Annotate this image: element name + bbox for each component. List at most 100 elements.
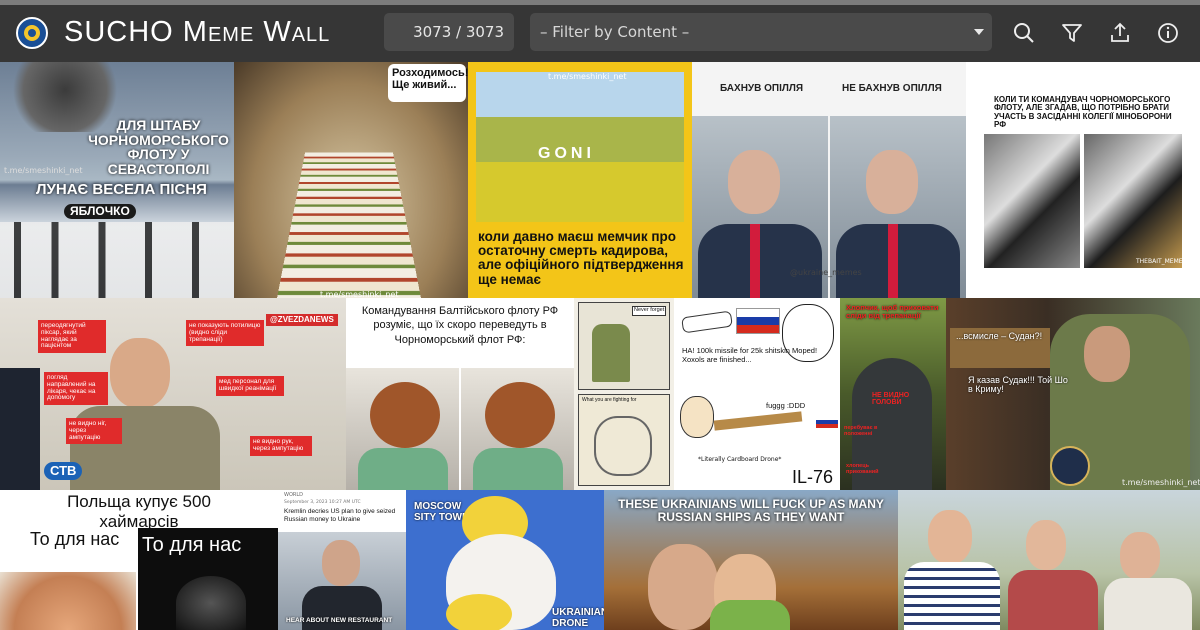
- dark-head: [176, 576, 246, 630]
- meme-tile-coffin[interactable]: КОЛИ ТИ КОМАНДУВАЧ ЧОРНОМОРСЬКОГО ФЛОТУ,…: [966, 62, 1200, 298]
- app-header: SUCHO Meme Wall 3073 / 3073 – Filter by …: [0, 5, 1200, 62]
- watermark: t.me/smeshinki_net: [548, 72, 627, 81]
- speech-bubble-text: Розходимось! Ще живий...: [392, 67, 468, 91]
- shirt: [1104, 578, 1192, 630]
- meme-right-caption: То для нас: [142, 534, 242, 556]
- cardboard-drone: [713, 411, 803, 431]
- annotation: не видно ніг, через ампутацію: [66, 418, 122, 445]
- meme-caption: КОЛИ ТИ КОМАНДУВАЧ ЧОРНОМОРСЬКОГО ФЛОТУ,…: [994, 95, 1172, 130]
- meme-tile-sudan[interactable]: ...всмисле – Судан?! Я казав Судак!!! То…: [946, 298, 1200, 490]
- meme-caption: THESE UKRAINIANS WILL FUCK UP AS MANY RU…: [618, 497, 884, 524]
- lemon-bottom: [446, 594, 512, 630]
- missile-drawing: [681, 310, 733, 334]
- dancing-sailors: [0, 222, 234, 298]
- soldier: [592, 324, 630, 382]
- meme-tile-puppet[interactable]: Командування Балтійського флоту РФ розум…: [346, 298, 574, 490]
- content-filter-select[interactable]: – Filter by Content –: [530, 13, 992, 51]
- puppet-right: [461, 368, 574, 490]
- meme-tile-comic[interactable]: Never forget What you are fighting for: [574, 298, 674, 490]
- meme-tile-sokolov[interactable]: @ZVEZDANEWS переодягнутий піксар, який н…: [0, 298, 346, 490]
- meme-tile-feast[interactable]: Розходимось! Ще живий... t.me/smeshinki_…: [234, 62, 468, 298]
- striped-shirt: [904, 562, 1000, 630]
- annotation: погляд направлений на лікаря, чекає на д…: [44, 372, 108, 406]
- meme-tile-himars[interactable]: Польща купує 500 хаймарсів То для нас То…: [0, 490, 278, 630]
- face: [1120, 532, 1160, 580]
- meme-caption-left: БАХНУВ ОПІЛЛЯ: [720, 83, 804, 94]
- watermark: @ukraine_memes: [790, 268, 862, 277]
- channel-tag: @ZVEZDANEWS: [266, 314, 338, 327]
- puppet-left: [346, 368, 459, 490]
- incredible-face-light: [0, 572, 136, 630]
- comic-drawing: [594, 416, 652, 476]
- russian-flag: [736, 308, 780, 334]
- article-headline: Kremlin decries US plan to give seized R…: [284, 508, 396, 524]
- annotation: НЕ ВИДНО ГОЛОВИ: [872, 392, 910, 407]
- comic-text: Never forget: [632, 306, 667, 316]
- meme-tile-leaders[interactable]: [898, 490, 1200, 630]
- meme-tile-musk[interactable]: THESE UKRAINIANS WILL FUCK UP AS MANY RU…: [604, 490, 898, 630]
- meme-caption-right: НЕ БАХНУВ ОПІЛЛЯ: [842, 83, 942, 94]
- face: [866, 150, 918, 214]
- filter-selected-value: – Filter by Content –: [540, 23, 690, 41]
- meme-caption: Командування Балтійського флоту РФ розум…: [361, 305, 559, 346]
- logo-sun: [24, 25, 40, 41]
- meme-caption: Хлопчик, щоб приховати сліди від трепана…: [846, 303, 939, 320]
- comic-text: What you are fighting for: [582, 397, 637, 403]
- logo-center: [28, 29, 36, 37]
- face: [928, 510, 972, 564]
- cossack-face: [680, 396, 714, 438]
- microphone-logo: СТВ: [44, 462, 83, 480]
- red-tie: [750, 224, 760, 298]
- meme-tile-kadyrov[interactable]: t.me/smeshinki_net GONI коли давно маєш …: [468, 62, 692, 298]
- coffin-image: [984, 134, 1080, 268]
- meme-text: fuggg :DDD: [766, 401, 806, 410]
- meme-tile-budanov[interactable]: БАХНУВ ОПІЛЛЯ НЕ БАХНУВ ОПІЛЛЯ @ukraine_…: [692, 62, 966, 298]
- puppet-head: [370, 382, 440, 448]
- meme-caption: ДЛЯ ШТАБУ ЧОРНОМОРСЬКОГО ФЛОТУ У СЕВАСТО…: [88, 117, 229, 178]
- chevron-down-icon: [974, 29, 984, 35]
- article-source: WORLD: [284, 492, 303, 498]
- face: [110, 338, 170, 408]
- annotation: мед персонал для швидкої реанімації: [216, 376, 284, 396]
- meme-tile-sevastopol[interactable]: ДЛЯ ШТАБУ ЧОРНОМОРСЬКОГО ФЛОТУ У СЕВАСТО…: [0, 62, 234, 298]
- meme-caption: коли давно маєш мемчик про остаточну сме…: [478, 229, 684, 287]
- puppet-body: [473, 448, 563, 490]
- meme-text: HA! 100k missile for 25k shitskin Moped!…: [682, 346, 818, 365]
- song-label: ЯБЛОЧКО: [64, 204, 136, 219]
- meme-note: *Literally Cardboard Drone*: [698, 456, 782, 463]
- meme-title: Польща купує 500 хаймарсів: [67, 492, 211, 532]
- sucho-logo[interactable]: [16, 17, 48, 49]
- face: [322, 540, 360, 586]
- info-icon[interactable]: [1156, 21, 1180, 45]
- meme-counter-input[interactable]: 3073 / 3073: [384, 13, 514, 51]
- meme-caption-bottom: UKRAINIAN DRONE: [552, 607, 604, 629]
- banquet-table: [275, 152, 423, 298]
- suit: [836, 224, 960, 298]
- meme-tile-wojak-drone[interactable]: HA! 100k missile for 25k shitskin Moped!…: [674, 298, 840, 490]
- watermark: THEBAIT_MEMES: [1136, 258, 1187, 265]
- meme-tile-cat[interactable]: MOSCOW SITY TOWER UKRAINIAN DRONE: [406, 490, 604, 630]
- meme-tile-peskov[interactable]: WORLD September 3, 2023 10:27 AM UTC Kre…: [278, 490, 406, 630]
- face: [1084, 326, 1130, 382]
- overlay-text: GONI: [538, 145, 595, 162]
- search-icon[interactable]: [1012, 21, 1036, 45]
- meme-caption: HEAR ABOUT NEW RESTAURANT: [286, 617, 393, 624]
- watermark: t.me/smeshinki_net: [4, 166, 83, 175]
- annotation: переодягнутий піксар, який наглядає за п…: [38, 320, 106, 354]
- meme-caption: ...всмисле – Судан?!: [956, 331, 1043, 341]
- share-icon[interactable]: [1108, 21, 1132, 45]
- app-title: SUCHO Meme Wall: [64, 16, 331, 48]
- meme-tile-hood[interactable]: Хлопчик, щоб приховати сліди від трепана…: [840, 298, 946, 490]
- annotation: не показують потилицю (видно сліди трепа…: [186, 320, 264, 347]
- meme-caption: ЛУНАЄ ВЕСЕЛА ПІСНЯ: [36, 181, 207, 198]
- article-date: September 3, 2023 10:27 AM UTC: [284, 500, 361, 505]
- puppet-body: [358, 448, 448, 490]
- russian-flag: [816, 416, 838, 428]
- annotation: не видно рук, через ампутацію: [250, 436, 312, 456]
- filter-icon[interactable]: [1060, 21, 1084, 45]
- officer: [0, 368, 40, 490]
- meme-reply: Я казав Судак!!! Той Шо в Криму!: [968, 375, 1068, 395]
- office-image: [1084, 134, 1182, 268]
- red-tie: [888, 224, 898, 298]
- meme-left-caption: То для нас: [30, 529, 120, 549]
